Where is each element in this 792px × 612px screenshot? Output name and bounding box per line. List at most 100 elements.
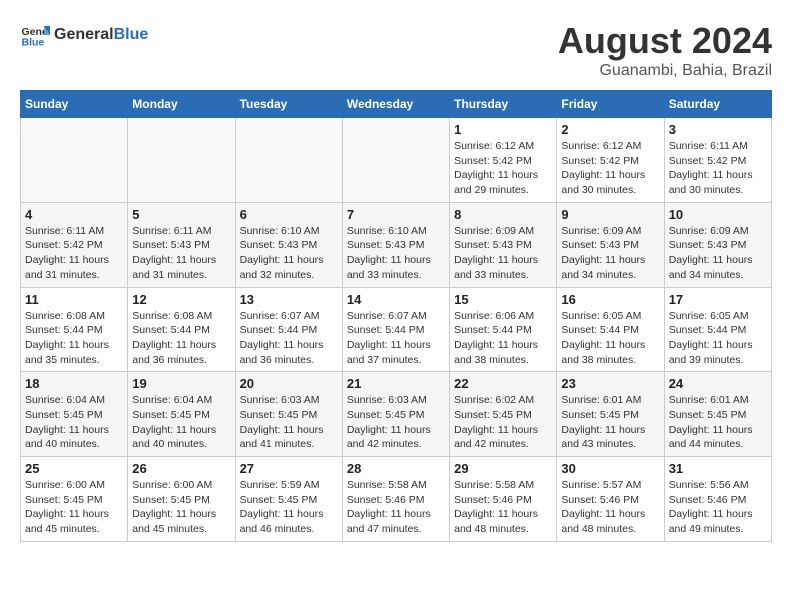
week-row-1: 1 Sunrise: 6:12 AM Sunset: 5:42 PM Daylig… (21, 118, 772, 203)
week-row-5: 25 Sunrise: 6:00 AM Sunset: 5:45 PM Dayli… (21, 457, 772, 542)
calendar-cell: 23 Sunrise: 6:01 AM Sunset: 5:45 PM Dayli… (557, 372, 664, 457)
header-monday: Monday (128, 91, 235, 118)
day-detail: Sunrise: 6:12 AM Sunset: 5:42 PM Dayligh… (454, 139, 552, 198)
title-block: August 2024 Guanambi, Bahia, Brazil (558, 20, 772, 80)
day-number: 22 (454, 376, 552, 391)
day-number: 19 (132, 376, 230, 391)
day-detail: Sunrise: 5:57 AM Sunset: 5:46 PM Dayligh… (561, 478, 659, 537)
calendar-cell: 17 Sunrise: 6:05 AM Sunset: 5:44 PM Dayli… (664, 287, 771, 372)
day-detail: Sunrise: 6:09 AM Sunset: 5:43 PM Dayligh… (561, 224, 659, 283)
day-detail: Sunrise: 6:03 AM Sunset: 5:45 PM Dayligh… (347, 393, 445, 452)
day-number: 3 (669, 122, 767, 137)
calendar-cell (128, 118, 235, 203)
day-number: 9 (561, 207, 659, 222)
logo-blue: Blue (114, 26, 149, 44)
calendar-cell: 26 Sunrise: 6:00 AM Sunset: 5:45 PM Dayli… (128, 457, 235, 542)
header-friday: Friday (557, 91, 664, 118)
day-number: 12 (132, 292, 230, 307)
calendar-cell: 20 Sunrise: 6:03 AM Sunset: 5:45 PM Dayli… (235, 372, 342, 457)
day-detail: Sunrise: 6:02 AM Sunset: 5:45 PM Dayligh… (454, 393, 552, 452)
day-detail: Sunrise: 6:06 AM Sunset: 5:44 PM Dayligh… (454, 309, 552, 368)
day-detail: Sunrise: 6:08 AM Sunset: 5:44 PM Dayligh… (132, 309, 230, 368)
calendar-cell: 12 Sunrise: 6:08 AM Sunset: 5:44 PM Dayli… (128, 287, 235, 372)
calendar-cell: 5 Sunrise: 6:11 AM Sunset: 5:43 PM Daylig… (128, 202, 235, 287)
calendar-cell: 30 Sunrise: 5:57 AM Sunset: 5:46 PM Dayli… (557, 457, 664, 542)
day-number: 15 (454, 292, 552, 307)
week-row-2: 4Sunrise: 6:11 AM Sunset: 5:42 PM Daylig… (21, 202, 772, 287)
calendar-cell: 2Sunrise: 6:12 AM Sunset: 5:42 PM Daylig… (557, 118, 664, 203)
day-number: 25 (25, 461, 123, 476)
calendar-table: Sunday Monday Tuesday Wednesday Thursday… (20, 90, 772, 542)
calendar-cell (21, 118, 128, 203)
header-tuesday: Tuesday (235, 91, 342, 118)
calendar-cell: 29 Sunrise: 5:58 AM Sunset: 5:46 PM Dayli… (450, 457, 557, 542)
day-detail: Sunrise: 5:59 AM Sunset: 5:45 PM Dayligh… (240, 478, 338, 537)
day-number: 29 (454, 461, 552, 476)
day-detail: Sunrise: 5:58 AM Sunset: 5:46 PM Dayligh… (347, 478, 445, 537)
logo-general: General (54, 26, 114, 44)
day-number: 11 (25, 292, 123, 307)
day-detail: Sunrise: 6:05 AM Sunset: 5:44 PM Dayligh… (561, 309, 659, 368)
day-detail: Sunrise: 5:56 AM Sunset: 5:46 PM Dayligh… (669, 478, 767, 537)
calendar-cell: 31 Sunrise: 5:56 AM Sunset: 5:46 PM Dayli… (664, 457, 771, 542)
calendar-cell: 9 Sunrise: 6:09 AM Sunset: 5:43 PM Daylig… (557, 202, 664, 287)
day-number: 14 (347, 292, 445, 307)
calendar-cell: 18Sunrise: 6:04 AM Sunset: 5:45 PM Dayli… (21, 372, 128, 457)
day-detail: Sunrise: 6:11 AM Sunset: 5:43 PM Dayligh… (132, 224, 230, 283)
calendar-cell (235, 118, 342, 203)
day-number: 6 (240, 207, 338, 222)
calendar-cell: 3 Sunrise: 6:11 AM Sunset: 5:42 PM Daylig… (664, 118, 771, 203)
day-number: 10 (669, 207, 767, 222)
day-number: 20 (240, 376, 338, 391)
calendar-cell: 4Sunrise: 6:11 AM Sunset: 5:42 PM Daylig… (21, 202, 128, 287)
logo: General Blue GeneralBlue (20, 20, 148, 50)
calendar-cell: 14Sunrise: 6:07 AM Sunset: 5:44 PM Dayli… (342, 287, 449, 372)
calendar-cell: 25 Sunrise: 6:00 AM Sunset: 5:45 PM Dayli… (21, 457, 128, 542)
day-number: 16 (561, 292, 659, 307)
day-detail: Sunrise: 6:03 AM Sunset: 5:45 PM Dayligh… (240, 393, 338, 452)
header-wednesday: Wednesday (342, 91, 449, 118)
day-number: 31 (669, 461, 767, 476)
calendar-cell: 7Sunrise: 6:10 AM Sunset: 5:43 PM Daylig… (342, 202, 449, 287)
calendar-location: Guanambi, Bahia, Brazil (558, 62, 772, 80)
day-detail: Sunrise: 6:00 AM Sunset: 5:45 PM Dayligh… (25, 478, 123, 537)
calendar-cell: 11 Sunrise: 6:08 AM Sunset: 5:44 PM Dayli… (21, 287, 128, 372)
day-number: 1 (454, 122, 552, 137)
day-detail: Sunrise: 6:08 AM Sunset: 5:44 PM Dayligh… (25, 309, 123, 368)
calendar-title: August 2024 (558, 20, 772, 62)
calendar-cell: 24 Sunrise: 6:01 AM Sunset: 5:45 PM Dayli… (664, 372, 771, 457)
calendar-cell: 28Sunrise: 5:58 AM Sunset: 5:46 PM Dayli… (342, 457, 449, 542)
day-number: 8 (454, 207, 552, 222)
day-detail: Sunrise: 6:01 AM Sunset: 5:45 PM Dayligh… (669, 393, 767, 452)
header-thursday: Thursday (450, 91, 557, 118)
day-detail: Sunrise: 5:58 AM Sunset: 5:46 PM Dayligh… (454, 478, 552, 537)
day-number: 21 (347, 376, 445, 391)
day-detail: Sunrise: 6:04 AM Sunset: 5:45 PM Dayligh… (25, 393, 123, 452)
calendar-cell: 8 Sunrise: 6:09 AM Sunset: 5:43 PM Daylig… (450, 202, 557, 287)
day-detail: Sunrise: 6:09 AM Sunset: 5:43 PM Dayligh… (454, 224, 552, 283)
calendar-cell: 13Sunrise: 6:07 AM Sunset: 5:44 PM Dayli… (235, 287, 342, 372)
calendar-cell (342, 118, 449, 203)
day-detail: Sunrise: 6:07 AM Sunset: 5:44 PM Dayligh… (240, 309, 338, 368)
day-detail: Sunrise: 6:05 AM Sunset: 5:44 PM Dayligh… (669, 309, 767, 368)
calendar-cell: 21 Sunrise: 6:03 AM Sunset: 5:45 PM Dayli… (342, 372, 449, 457)
calendar-cell: 19Sunrise: 6:04 AM Sunset: 5:45 PM Dayli… (128, 372, 235, 457)
day-number: 2 (561, 122, 659, 137)
page-header: General Blue GeneralBlue August 2024 Gua… (20, 20, 772, 80)
day-detail: Sunrise: 6:01 AM Sunset: 5:45 PM Dayligh… (561, 393, 659, 452)
calendar-cell: 6 Sunrise: 6:10 AM Sunset: 5:43 PM Daylig… (235, 202, 342, 287)
day-number: 17 (669, 292, 767, 307)
week-row-4: 18Sunrise: 6:04 AM Sunset: 5:45 PM Dayli… (21, 372, 772, 457)
day-detail: Sunrise: 6:00 AM Sunset: 5:45 PM Dayligh… (132, 478, 230, 537)
calendar-cell: 15 Sunrise: 6:06 AM Sunset: 5:44 PM Dayli… (450, 287, 557, 372)
day-number: 23 (561, 376, 659, 391)
weekday-header-row: Sunday Monday Tuesday Wednesday Thursday… (21, 91, 772, 118)
day-number: 24 (669, 376, 767, 391)
day-number: 5 (132, 207, 230, 222)
calendar-cell: 27Sunrise: 5:59 AM Sunset: 5:45 PM Dayli… (235, 457, 342, 542)
day-number: 30 (561, 461, 659, 476)
day-detail: Sunrise: 6:10 AM Sunset: 5:43 PM Dayligh… (347, 224, 445, 283)
day-detail: Sunrise: 6:11 AM Sunset: 5:42 PM Dayligh… (669, 139, 767, 198)
day-number: 26 (132, 461, 230, 476)
day-detail: Sunrise: 6:10 AM Sunset: 5:43 PM Dayligh… (240, 224, 338, 283)
